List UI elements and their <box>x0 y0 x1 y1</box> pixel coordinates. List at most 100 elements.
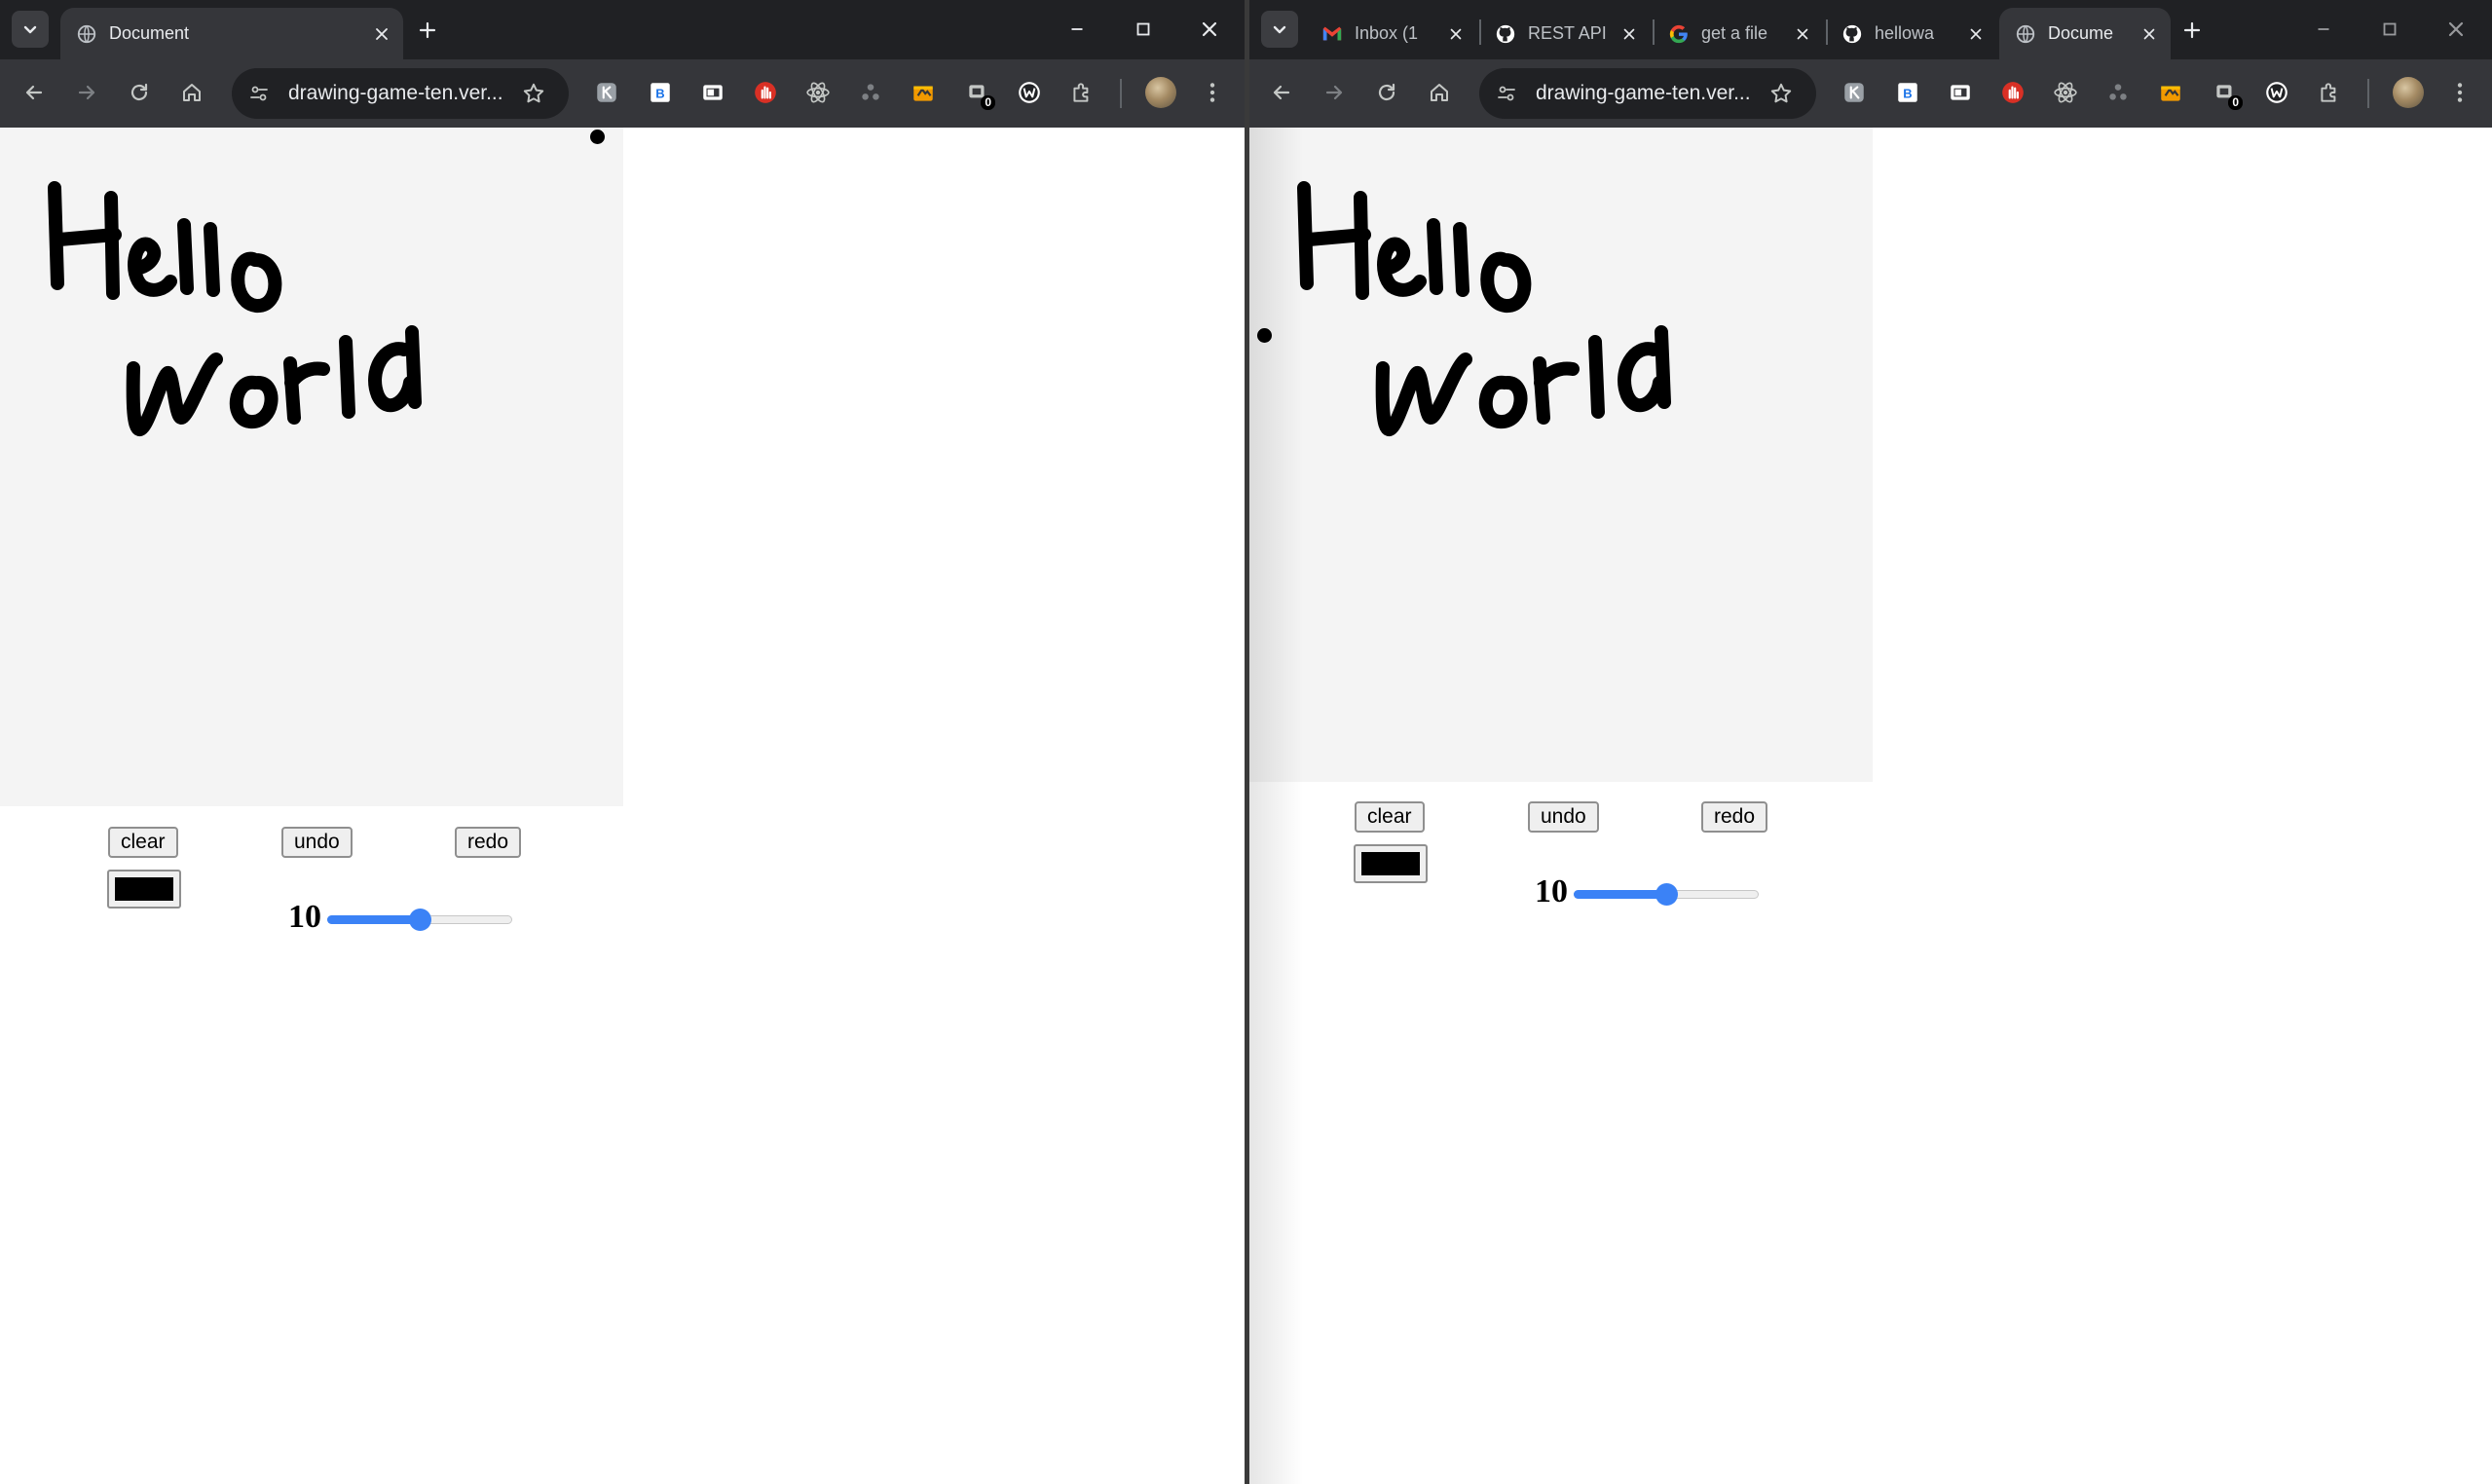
github-icon <box>1841 23 1863 45</box>
tab-close-icon[interactable] <box>1616 20 1643 48</box>
maximize-button[interactable] <box>2365 8 2414 51</box>
tab-strip: Document <box>0 0 1245 59</box>
undo-button[interactable]: undo <box>1528 801 1599 833</box>
tab-close-icon[interactable] <box>1442 20 1469 48</box>
extension-b-icon[interactable] <box>1892 77 1923 108</box>
profile-avatar[interactable] <box>2393 77 2424 108</box>
address-bar[interactable]: drawing-game-ten.ver... <box>1479 68 1816 119</box>
extension-kami-icon[interactable] <box>1839 77 1870 108</box>
tab-hellowa[interactable]: hellowa <box>1826 8 1997 59</box>
reload-button[interactable] <box>119 72 160 113</box>
extension-hand-icon[interactable] <box>750 77 781 108</box>
page-content: Hello world clear undo redo 10 <box>0 128 1245 1484</box>
home-icon <box>180 81 204 104</box>
tab-strip: Inbox (1 REST API get a file hellowa Doc… <box>1249 0 2492 59</box>
maximize-icon <box>1133 19 1154 40</box>
reload-button[interactable] <box>1366 72 1407 113</box>
back-button[interactable] <box>1261 72 1302 113</box>
tab-search-button[interactable] <box>12 11 49 48</box>
color-picker[interactable] <box>1354 844 1428 883</box>
brush-size-slider[interactable] <box>1574 881 1759 906</box>
tab-close-icon[interactable] <box>368 20 395 48</box>
github-icon <box>1495 23 1516 45</box>
clear-button[interactable]: clear <box>108 827 178 858</box>
clear-button[interactable]: clear <box>1355 801 1425 833</box>
brush-size-slider[interactable] <box>327 907 512 931</box>
drawing-canvas[interactable]: Hello world <box>0 128 623 806</box>
tab-inbox[interactable]: Inbox (1 <box>1306 8 1477 59</box>
browser-window-right: Inbox (1 REST API get a file hellowa Doc… <box>1249 0 2492 1484</box>
extension-window-icon[interactable] <box>697 77 728 108</box>
drawing-text-line2: world <box>0 128 1 129</box>
close-window-button[interactable] <box>1185 8 1234 51</box>
extension-image-icon[interactable] <box>2155 77 2186 108</box>
color-picker-fill <box>115 877 173 901</box>
browser-menu-icon[interactable] <box>1197 77 1228 108</box>
extensions-puzzle-icon[interactable] <box>1066 77 1097 108</box>
extension-kami-icon[interactable] <box>591 77 622 108</box>
tab-document[interactable]: Document <box>60 8 403 59</box>
tab-close-icon[interactable] <box>1789 20 1816 48</box>
slider-fill <box>327 915 420 924</box>
back-button[interactable] <box>14 72 55 113</box>
extension-nodes-icon[interactable] <box>855 77 886 108</box>
extension-hand-icon[interactable] <box>1997 77 2028 108</box>
gmail-icon <box>1321 23 1343 45</box>
slider-thumb[interactable] <box>409 909 431 931</box>
extension-badge: 0 <box>981 95 995 110</box>
extension-counter-icon[interactable]: 0 <box>962 77 995 110</box>
undo-button[interactable]: undo <box>281 827 353 858</box>
browser-menu-icon[interactable] <box>2444 77 2475 108</box>
forward-button[interactable] <box>1314 72 1355 113</box>
forward-arrow-icon <box>1322 81 1346 104</box>
toolbar-divider <box>1120 79 1122 108</box>
drawing-canvas[interactable]: Hello world <box>1249 128 1873 782</box>
color-picker[interactable] <box>107 870 181 909</box>
cursor-dot <box>590 130 605 144</box>
redo-button[interactable]: redo <box>1701 801 1768 833</box>
url-text[interactable]: drawing-game-ten.ver... <box>288 82 503 105</box>
back-arrow-icon <box>1270 81 1293 104</box>
extension-w-icon[interactable] <box>2261 77 2292 108</box>
color-picker-fill <box>1361 852 1420 875</box>
minimize-button[interactable] <box>1053 8 1101 51</box>
bookmark-star-icon[interactable] <box>1764 76 1799 111</box>
site-info-icon[interactable] <box>1489 76 1524 111</box>
tab-document[interactable]: Docume <box>1999 8 2171 59</box>
extension-nodes-icon[interactable] <box>2102 77 2134 108</box>
toolbar-divider <box>2367 79 2369 108</box>
home-button[interactable] <box>1419 72 1460 113</box>
forward-button[interactable] <box>66 72 107 113</box>
tab-close-icon[interactable] <box>2136 20 2163 48</box>
extension-window-icon[interactable] <box>1945 77 1976 108</box>
site-info-icon[interactable] <box>242 76 277 111</box>
redo-button[interactable]: redo <box>455 827 522 858</box>
hello-world-drawing <box>1297 181 1671 437</box>
reload-icon <box>1375 81 1398 104</box>
tab-search-button[interactable] <box>1261 11 1298 48</box>
url-text[interactable]: drawing-game-ten.ver... <box>1536 82 1751 105</box>
tab-title: Document <box>109 23 190 43</box>
react-devtools-icon[interactable] <box>2050 77 2081 108</box>
new-tab-button[interactable] <box>2176 14 2209 47</box>
browser-toolbar: drawing-game-ten.ver... 0 <box>1249 59 2492 128</box>
new-tab-button[interactable] <box>411 14 444 47</box>
page-content: Hello world clear undo redo 10 <box>1249 128 2492 1484</box>
maximize-button[interactable] <box>1119 8 1168 51</box>
extension-counter-icon[interactable]: 0 <box>2210 77 2243 110</box>
home-button[interactable] <box>171 72 212 113</box>
bookmark-star-icon[interactable] <box>516 76 551 111</box>
address-bar[interactable]: drawing-game-ten.ver... <box>232 68 569 119</box>
profile-avatar[interactable] <box>1145 77 1176 108</box>
tab-rest-api[interactable]: REST API <box>1479 8 1651 59</box>
extension-w-icon[interactable] <box>1014 77 1045 108</box>
extensions-puzzle-icon[interactable] <box>2314 77 2345 108</box>
slider-thumb[interactable] <box>1655 883 1678 906</box>
tab-get-a-file[interactable]: get a file <box>1653 8 1824 59</box>
tab-close-icon[interactable] <box>1962 20 1990 48</box>
react-devtools-icon[interactable] <box>802 77 834 108</box>
extension-b-icon[interactable] <box>645 77 676 108</box>
minimize-button[interactable] <box>2299 8 2348 51</box>
extension-image-icon[interactable] <box>908 77 939 108</box>
close-window-button[interactable] <box>2432 8 2480 51</box>
